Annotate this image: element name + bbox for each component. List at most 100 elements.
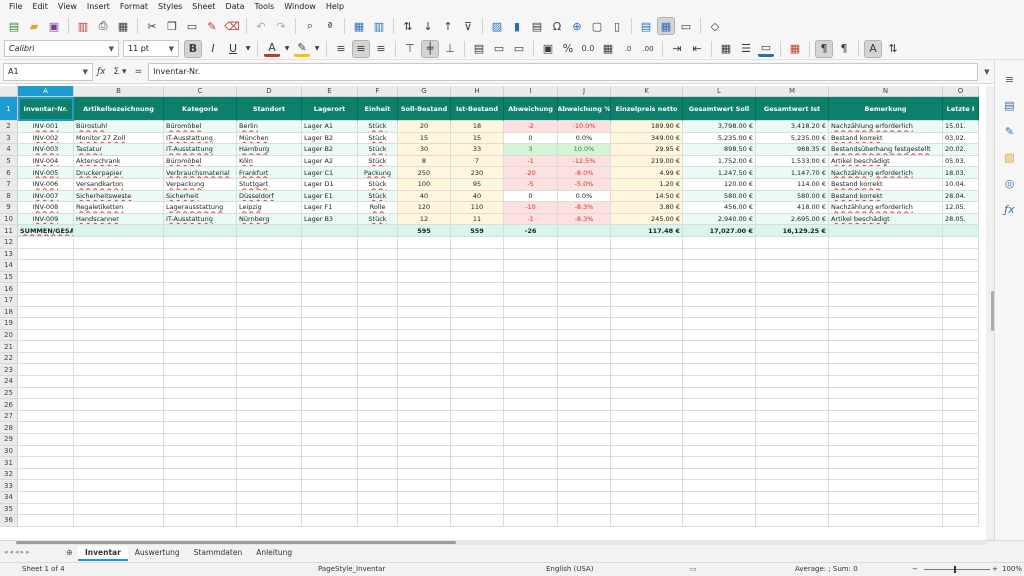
- cell[interactable]: [943, 306, 979, 319]
- row-header[interactable]: 20: [0, 329, 18, 342]
- cell[interactable]: [943, 225, 979, 237]
- cell[interactable]: [74, 492, 164, 504]
- cell[interactable]: [943, 376, 979, 388]
- cell[interactable]: [18, 434, 74, 446]
- column-icon[interactable]: ▥: [371, 18, 387, 34]
- font-color-icon[interactable]: A: [264, 41, 280, 57]
- cell[interactable]: [74, 260, 164, 272]
- cell[interactable]: 110: [451, 202, 504, 214]
- cell[interactable]: Lager A2: [302, 155, 358, 168]
- cell[interactable]: [451, 260, 504, 272]
- column-header-j[interactable]: J: [558, 86, 611, 97]
- zoom-out-icon[interactable]: −: [912, 565, 918, 573]
- cell[interactable]: [398, 492, 451, 504]
- cell[interactable]: Lager B2: [302, 144, 358, 156]
- cell[interactable]: 10.0%: [558, 144, 611, 156]
- cell[interactable]: SUMMEN/GESAMT: [18, 225, 74, 237]
- cell[interactable]: [756, 352, 829, 365]
- cell[interactable]: [558, 376, 611, 388]
- cell[interactable]: [164, 410, 237, 423]
- cell[interactable]: [558, 468, 611, 481]
- cell[interactable]: [756, 515, 829, 527]
- font-name-box[interactable]: Calibri ▼: [4, 40, 119, 57]
- cell[interactable]: Artikel beschädigt: [829, 213, 943, 226]
- cell[interactable]: [683, 352, 756, 365]
- cell[interactable]: 33: [451, 144, 504, 156]
- export-pdf-icon[interactable]: ▥: [75, 18, 91, 34]
- cell[interactable]: [829, 376, 943, 388]
- cell[interactable]: [358, 515, 398, 527]
- cell[interactable]: [358, 236, 398, 249]
- cell[interactable]: 28.05.: [943, 213, 979, 226]
- cell[interactable]: Bestandsüberhang festgestellt: [829, 144, 943, 156]
- cell[interactable]: -5: [504, 178, 558, 191]
- cell[interactable]: [943, 515, 979, 527]
- cell[interactable]: [164, 225, 237, 237]
- cell[interactable]: [237, 318, 302, 330]
- cell[interactable]: Rolle: [358, 202, 398, 214]
- column-header-l[interactable]: L: [683, 86, 756, 97]
- cell[interactable]: [398, 294, 451, 307]
- cell[interactable]: [302, 422, 358, 435]
- cell[interactable]: [756, 480, 829, 492]
- cell[interactable]: [504, 329, 558, 342]
- menu-sheet[interactable]: Sheet: [187, 0, 220, 14]
- chevron-down-icon[interactable]: ▼: [83, 68, 88, 76]
- cell[interactable]: [683, 387, 756, 400]
- cell[interactable]: [829, 225, 943, 237]
- sort-icon[interactable]: ⇅: [400, 18, 416, 34]
- column-header-f[interactable]: F: [358, 86, 398, 97]
- cell[interactable]: [611, 236, 683, 249]
- cell[interactable]: [451, 318, 504, 330]
- row-header[interactable]: 30: [0, 445, 18, 458]
- cell[interactable]: [398, 329, 451, 342]
- cell[interactable]: 1,247.50 €: [683, 167, 756, 179]
- chart-icon[interactable]: ▮: [509, 18, 525, 34]
- cell[interactable]: München: [237, 132, 302, 145]
- gallery-icon[interactable]: ▨: [1002, 149, 1018, 165]
- cell[interactable]: [18, 364, 74, 377]
- cell[interactable]: [18, 445, 74, 458]
- spreadsheet-grid[interactable]: ABCDEFGHIJKLMNO 1 Inventar-Nr. Artikelbeze…: [0, 86, 985, 540]
- cell[interactable]: [558, 422, 611, 435]
- hyperlink-icon[interactable]: ⊕: [569, 18, 585, 34]
- cell[interactable]: [558, 306, 611, 319]
- column-header-k[interactable]: K: [611, 86, 683, 97]
- menu-data[interactable]: Data: [220, 0, 249, 14]
- column-header-h[interactable]: H: [451, 86, 504, 97]
- number-format-icon[interactable]: 0.0: [580, 41, 596, 57]
- cell[interactable]: Aktenschrank: [74, 155, 164, 168]
- cell[interactable]: INV-007: [18, 190, 74, 203]
- chevron-down-icon[interactable]: ▼: [109, 45, 114, 53]
- cell[interactable]: [302, 445, 358, 458]
- cell[interactable]: [302, 434, 358, 446]
- row-header[interactable]: 14: [0, 260, 18, 272]
- cell[interactable]: [164, 341, 237, 353]
- cell[interactable]: [756, 236, 829, 249]
- cell[interactable]: Stück: [358, 213, 398, 226]
- cell[interactable]: [74, 306, 164, 319]
- cell[interactable]: 898.50 €: [683, 144, 756, 156]
- cell[interactable]: [558, 399, 611, 411]
- cell[interactable]: Stück: [358, 144, 398, 156]
- row-header[interactable]: 5: [0, 155, 18, 168]
- row-header[interactable]: 17: [0, 294, 18, 307]
- cell[interactable]: 18: [451, 121, 504, 133]
- cell[interactable]: [451, 457, 504, 469]
- cell[interactable]: [558, 283, 611, 295]
- column-header-c[interactable]: C: [164, 86, 237, 97]
- align-top-icon[interactable]: ⊤: [402, 41, 418, 57]
- tab-anleitung[interactable]: Anleitung: [249, 546, 299, 561]
- cell[interactable]: [302, 387, 358, 400]
- vertical-scrollbar[interactable]: [986, 86, 994, 540]
- cell[interactable]: Lager B2: [302, 132, 358, 145]
- row-header[interactable]: 11: [0, 225, 18, 237]
- row-header[interactable]: 33: [0, 480, 18, 492]
- cell[interactable]: [302, 225, 358, 237]
- cell[interactable]: 40: [451, 190, 504, 203]
- cell[interactable]: [358, 457, 398, 469]
- cell[interactable]: -2: [504, 121, 558, 133]
- cell[interactable]: 559: [451, 225, 504, 237]
- cell[interactable]: [302, 294, 358, 307]
- cell[interactable]: Bestand korrekt: [829, 132, 943, 145]
